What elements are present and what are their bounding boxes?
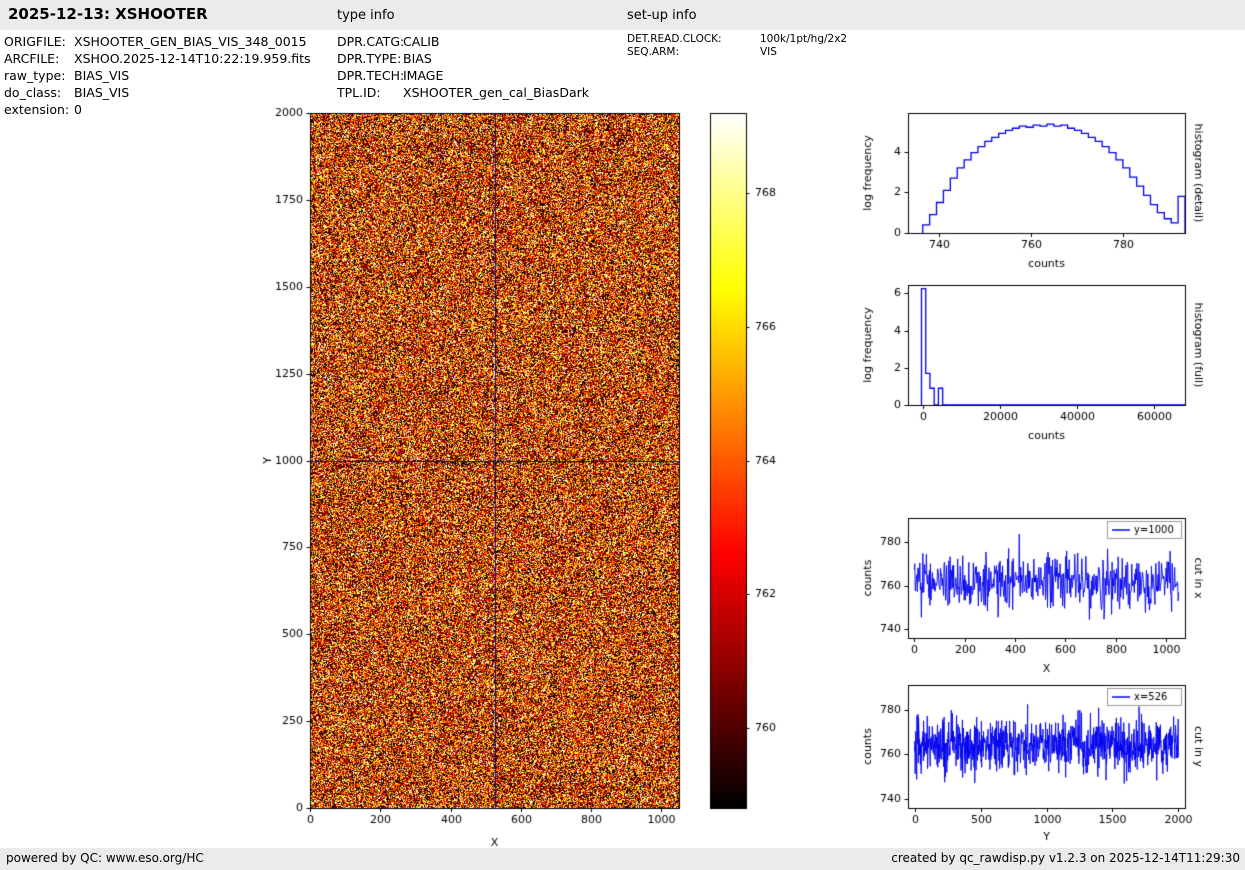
info-value: XSHOOTER_gen_cal_BiasDark xyxy=(403,85,589,100)
header-bar: 2025-12-13: XSHOOTER type info set-up in… xyxy=(0,0,1245,30)
colorbar xyxy=(700,95,800,855)
histogram-detail-plot xyxy=(850,95,1245,273)
footer-powered-by: powered by QC: www.eso.org/HC xyxy=(6,851,204,865)
info-row-raw-type: raw_type:BIAS_VIS xyxy=(4,67,311,84)
info-value: BIAS xyxy=(403,51,432,66)
info-value: XSHOOTER_GEN_BIAS_VIS_348_0015 xyxy=(74,34,307,49)
footer-bar: powered by QC: www.eso.org/HC created by… xyxy=(0,848,1245,870)
qc-report-page: 2025-12-13: XSHOOTER type info set-up in… xyxy=(0,0,1245,870)
info-row-origfile: ORIGFILE:XSHOOTER_GEN_BIAS_VIS_348_0015 xyxy=(4,33,311,50)
info-row-dpr-type: DPR.TYPE:BIAS xyxy=(337,50,589,67)
cut-in-x-plot xyxy=(850,500,1245,678)
info-row-extension: extension:0 xyxy=(4,101,311,118)
type-info-block: DPR.CATG:CALIB DPR.TYPE:BIAS DPR.TECH:IM… xyxy=(337,33,589,101)
info-value: IMAGE xyxy=(403,68,443,83)
info-value: BIAS_VIS xyxy=(74,85,129,100)
info-value: 100k/1pt/hg/2x2 xyxy=(760,33,847,45)
cut-in-y-plot xyxy=(850,667,1245,845)
info-label: TPL.ID: xyxy=(337,84,403,101)
info-row-tpl-id: TPL.ID:XSHOOTER_gen_cal_BiasDark xyxy=(337,84,589,101)
info-row-seq-arm: SEQ.ARM:VIS xyxy=(627,46,847,59)
info-label: ARCFILE: xyxy=(4,50,74,67)
info-value: CALIB xyxy=(403,34,440,49)
file-info-block: ORIGFILE:XSHOOTER_GEN_BIAS_VIS_348_0015 … xyxy=(4,33,311,118)
type-info-heading: type info xyxy=(337,8,395,23)
setup-info-heading: set-up info xyxy=(627,8,697,23)
info-label: DPR.TECH: xyxy=(337,67,403,84)
info-label: do_class: xyxy=(4,84,74,101)
info-label: raw_type: xyxy=(4,67,74,84)
info-label: extension: xyxy=(4,101,74,118)
info-label: SEQ.ARM: xyxy=(627,46,760,59)
info-row-do-class: do_class:BIAS_VIS xyxy=(4,84,311,101)
histogram-full-plot xyxy=(850,267,1245,445)
info-row-dpr-tech: DPR.TECH:IMAGE xyxy=(337,67,589,84)
info-row-dpr-catg: DPR.CATG:CALIB xyxy=(337,33,589,50)
info-row-arcfile: ARCFILE:XSHOO.2025-12-14T10:22:19.959.fi… xyxy=(4,50,311,67)
info-label: DPR.CATG: xyxy=(337,33,403,50)
bias-frame-heatmap xyxy=(253,95,715,855)
info-label: DET.READ.CLOCK: xyxy=(627,33,760,46)
info-value: BIAS_VIS xyxy=(74,68,129,83)
info-value: XSHOO.2025-12-14T10:22:19.959.fits xyxy=(74,51,311,66)
info-label: ORIGFILE: xyxy=(4,33,74,50)
page-title: 2025-12-13: XSHOOTER xyxy=(8,5,208,23)
footer-created-by: created by qc_rawdisp.py v1.2.3 on 2025-… xyxy=(891,851,1240,865)
info-label: DPR.TYPE: xyxy=(337,50,403,67)
info-row-read-clock: DET.READ.CLOCK:100k/1pt/hg/2x2 xyxy=(627,33,847,46)
info-value: VIS xyxy=(760,46,777,58)
info-value: 0 xyxy=(74,102,82,117)
setup-info-block: DET.READ.CLOCK:100k/1pt/hg/2x2 SEQ.ARM:V… xyxy=(627,33,847,58)
